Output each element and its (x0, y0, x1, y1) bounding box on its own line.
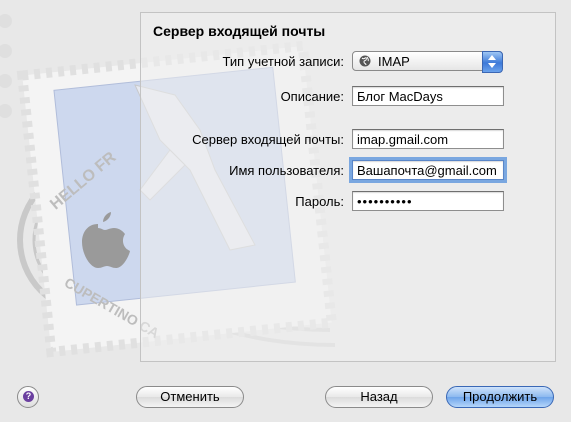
description-label: Описание: (280, 89, 344, 104)
back-button[interactable]: Назад (325, 386, 433, 408)
username-label: Имя пользователя: (229, 163, 344, 178)
password-label: Пароль: (295, 194, 344, 209)
account-type-label: Тип учетной записи: (222, 54, 344, 69)
incoming-server-label: Сервер входящей почты: (192, 132, 344, 147)
panel-title: Сервер входящей почты (153, 23, 326, 39)
description-field[interactable] (352, 86, 504, 106)
globe-icon (359, 55, 371, 67)
account-type-value: IMAP (378, 54, 410, 69)
apple-logo (82, 212, 130, 268)
step-indicator (0, 104, 12, 118)
username-field[interactable] (352, 160, 504, 180)
step-indicator (0, 44, 12, 58)
help-icon: ? (23, 391, 34, 402)
step-indicator (0, 14, 12, 28)
setup-steps (0, 0, 140, 160)
continue-button[interactable]: Продолжить (446, 386, 554, 408)
password-field[interactable] (352, 191, 504, 211)
cancel-button[interactable]: Отменить (136, 386, 244, 408)
step-indicator (0, 74, 12, 88)
account-type-select[interactable]: IMAP (352, 51, 503, 73)
help-button[interactable]: ? (17, 386, 39, 408)
incoming-server-field[interactable] (352, 129, 504, 149)
stepper-arrows-icon (482, 51, 503, 73)
